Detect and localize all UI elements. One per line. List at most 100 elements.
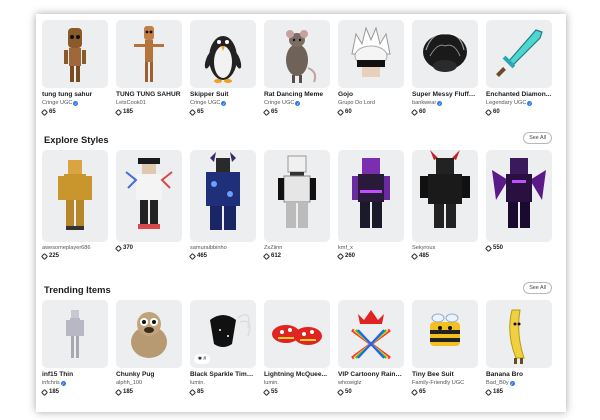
item-card[interactable]: Chunky Pug alphh_100 185 [114, 300, 182, 404]
item-creator[interactable]: Legendary UGC ✓ [486, 100, 552, 106]
item-card[interactable]: Tiny Bee Suit Family-Friendly UGC 65 [410, 300, 478, 404]
item-card[interactable]: Rat Dancing Meme Cringe UGC ✓ 65 [262, 20, 330, 124]
item-price: 185 [114, 108, 133, 116]
item-price: 185 [40, 388, 60, 396]
style-card[interactable]: awesomeplayer686 225 [40, 150, 108, 260]
style-creator[interactable]: awesomeplayer686 [42, 245, 108, 251]
creator-name[interactable]: lumin. [190, 380, 205, 386]
creator-name[interactable]: infchris [42, 380, 60, 386]
item-card[interactable]: Gojo Grupo Do Lord 60 [336, 20, 404, 124]
style-creator[interactable]: Sekyrous [412, 245, 478, 251]
item-creator[interactable]: bankwear ✓ [412, 100, 478, 106]
item-creator[interactable]: Cringe UGC ✓ [264, 100, 330, 106]
price-value: 185 [49, 389, 60, 395]
price-value: 60 [493, 109, 500, 115]
item-card[interactable]: Enchanted Diamon... Legendary UGC ✓ 60 [484, 20, 552, 124]
section-title-explore-styles: Explore Styles [44, 134, 109, 145]
avatar-purple-outfit-icon [338, 150, 404, 242]
creator-name[interactable]: Cringe UGC [264, 100, 294, 106]
item-name[interactable]: TUNG TUNG SAHUR [116, 91, 182, 98]
item-name[interactable]: inf15 Thin [42, 371, 108, 378]
item-price: 185 [114, 388, 133, 396]
item-card[interactable]: TUNG TUNG SAHUR LetsCook01 185 [114, 20, 182, 124]
see-all-button[interactable]: See All [523, 282, 552, 294]
creator-name[interactable]: Legendary UGC [486, 100, 526, 106]
style-card[interactable]: samuraibbinho 465 [188, 150, 256, 260]
style-card[interactable]: kmf_x 260 [336, 150, 404, 260]
item-card[interactable]: ✱ # Black Sparkle Time ... lumin. 85 [188, 300, 256, 404]
item-name[interactable]: Chunky Pug [116, 371, 182, 378]
item-creator[interactable]: whoseglz [338, 380, 404, 386]
style-card[interactable]: Sekyrous 485 [410, 150, 478, 260]
creator-name[interactable]: Grupo Do Lord [338, 100, 375, 106]
style-creator[interactable]: ZxZiinn [264, 245, 330, 251]
style-creator[interactable]: samuraibbinho [190, 245, 256, 251]
item-creator[interactable]: lumin. [264, 380, 330, 386]
item-name[interactable]: Banana Bro [486, 371, 552, 378]
item-card[interactable]: VIP Cartoony Rainb... whoseglz 50 [336, 300, 404, 404]
price-value: 60 [345, 109, 352, 115]
creator-name[interactable]: Cringe UGC [190, 100, 220, 106]
item-name[interactable]: Skipper Suit [190, 91, 256, 98]
item-price: 55 [262, 388, 278, 396]
creator-name[interactable]: lumin. [264, 380, 279, 386]
item-name[interactable]: Black Sparkle Time ... [190, 371, 256, 378]
item-name[interactable]: VIP Cartoony Rainb... [338, 371, 404, 378]
robux-icon [484, 108, 493, 116]
item-card[interactable]: inf15 Thin infchris ✓ 185 [40, 300, 108, 404]
wooden-figure-icon [116, 20, 182, 88]
item-card[interactable]: tung tung sahur Cringe UGC ✓ 65 [40, 20, 108, 124]
item-name[interactable]: Rat Dancing Meme [264, 91, 330, 98]
robux-icon [262, 388, 271, 396]
item-creator[interactable]: lumin. [190, 380, 256, 386]
item-name[interactable]: Super Messy Fluffy ... [412, 91, 478, 98]
creator-name[interactable]: Family-Friendly UGC [412, 380, 464, 386]
item-creator[interactable]: Cringe UGC ✓ [42, 100, 108, 106]
robux-icon [114, 388, 123, 396]
item-name[interactable]: Tiny Bee Suit [412, 371, 478, 378]
item-card[interactable]: Banana Bro Bad_B0y ✓ 185 [484, 300, 552, 404]
style-creator[interactable]: kmf_x [338, 245, 404, 251]
black-sparkle-wings-icon: ✱ # [190, 300, 256, 368]
avatar-white-outfit-icon [116, 150, 182, 242]
banana-icon [486, 300, 552, 368]
item-creator[interactable]: Bad_B0y ✓ [486, 380, 552, 386]
creator-name[interactable]: alphh_100 [116, 380, 142, 386]
item-creator[interactable]: Family-Friendly UGC [412, 380, 478, 386]
explore-styles-row: awesomeplayer686 225 370 samuraibbinho 4… [40, 150, 560, 274]
creator-name[interactable]: bankwear [412, 100, 436, 106]
item-creator[interactable]: alphh_100 [116, 380, 182, 386]
item-creator[interactable]: Grupo Do Lord [338, 100, 404, 106]
item-name[interactable]: tung tung sahur [42, 91, 108, 98]
item-card[interactable]: Super Messy Fluffy ... bankwear ✓ 60 [410, 20, 478, 124]
creator-name[interactable]: whoseglz [338, 380, 361, 386]
item-creator[interactable]: infchris ✓ [42, 380, 108, 386]
price-value: 50 [345, 389, 352, 395]
creator-name[interactable]: LetsCook01 [116, 100, 146, 106]
item-creator[interactable]: Cringe UGC ✓ [190, 100, 256, 106]
item-badge: ✱ # [194, 354, 210, 364]
item-card[interactable]: Skipper Suit Cringe UGC ✓ 65 [188, 20, 256, 124]
avatar-demon-outfit-icon [412, 150, 478, 242]
robux-icon [262, 108, 271, 116]
item-price: 65 [188, 108, 204, 116]
item-name[interactable]: Gojo [338, 91, 404, 98]
pug-icon [116, 300, 182, 368]
style-card[interactable]: 370 [114, 150, 182, 254]
price-value: 55 [271, 389, 278, 395]
item-card[interactable]: Lightning McQuee... lumin. 55 [262, 300, 330, 404]
robux-icon [40, 108, 49, 116]
style-card[interactable]: ZxZiinn 612 [262, 150, 330, 260]
creator-name[interactable]: Bad_B0y [486, 380, 509, 386]
avatar-blue-kimono-icon [190, 150, 256, 242]
robux-icon [188, 252, 197, 260]
item-name[interactable]: Enchanted Diamon... [486, 91, 552, 98]
bee-icon [412, 300, 478, 368]
style-card[interactable]: 550 [484, 150, 552, 254]
creator-name[interactable]: Cringe UGC [42, 100, 72, 106]
see-all-button[interactable]: See All [523, 132, 552, 144]
verified-badge-icon: ✓ [437, 100, 443, 106]
item-creator[interactable]: LetsCook01 [116, 100, 182, 106]
price-value: 612 [271, 253, 282, 259]
item-name[interactable]: Lightning McQuee... [264, 371, 330, 378]
